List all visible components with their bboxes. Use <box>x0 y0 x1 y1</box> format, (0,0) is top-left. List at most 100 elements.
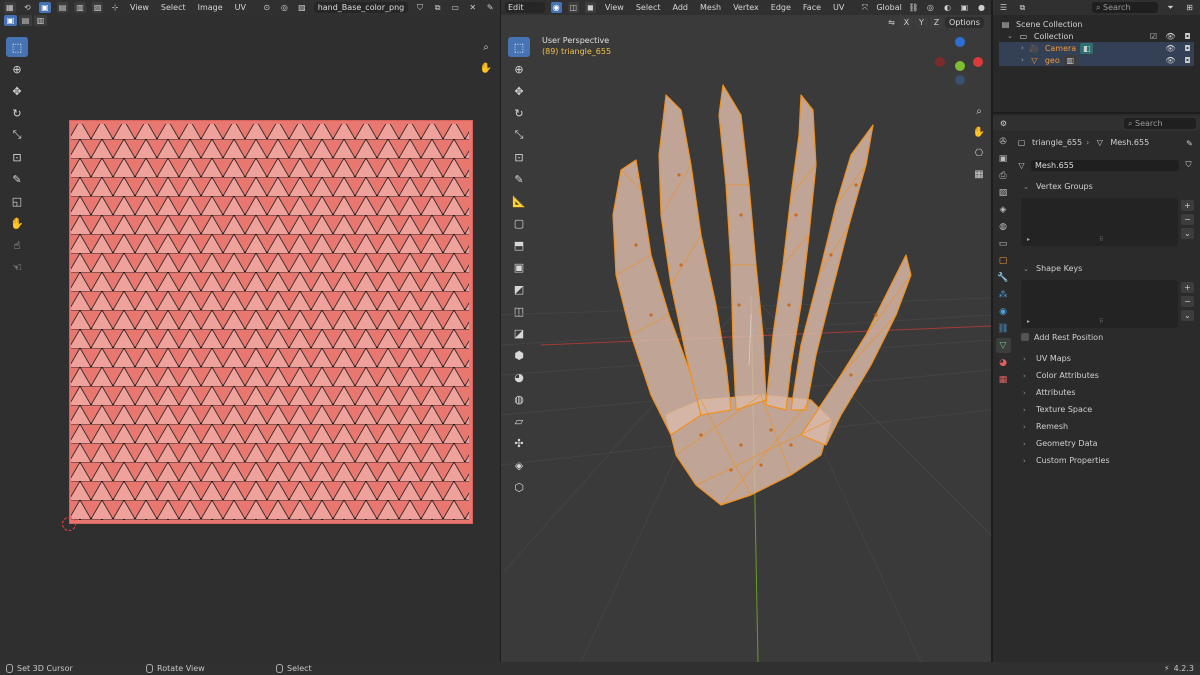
sticky-select-icon[interactable]: ⊹ <box>109 2 121 13</box>
panel-texture-space[interactable]: › Texture Space <box>1015 401 1196 418</box>
vp-zoom-icon[interactable]: ⌕ <box>971 103 987 119</box>
face-select-icon[interactable]: ◼ <box>584 2 596 13</box>
panel-shape-keys[interactable]: ⌄ Shape Keys <box>1015 260 1196 277</box>
shape-keys-list[interactable]: ▸ ⠿ <box>1021 280 1178 328</box>
overlay-icon[interactable]: ◐ <box>942 2 953 13</box>
collection-visibility-icon[interactable]: 👁 <box>1164 31 1177 42</box>
uv-menu-image[interactable]: Image <box>195 3 226 12</box>
uv-move-tool-icon[interactable]: ✥ <box>6 81 28 101</box>
shading-icon[interactable]: ● <box>976 2 987 13</box>
panel-uv-maps[interactable]: › UV Maps <box>1015 350 1196 367</box>
collection-render-icon[interactable]: ◘ <box>1181 31 1194 42</box>
vp-menu-add[interactable]: Add <box>670 3 692 12</box>
gizmo-y-icon[interactable] <box>955 61 965 71</box>
pin-icon[interactable]: ✎ <box>484 2 496 13</box>
new-image-icon[interactable]: ⧉ <box>432 2 444 13</box>
vp-menu-uv[interactable]: UV <box>830 3 847 12</box>
uv-menu-select[interactable]: Select <box>158 3 189 12</box>
open-image-icon[interactable]: ▭ <box>449 2 461 13</box>
properties-editor-icon[interactable]: ⚙ <box>997 118 1010 129</box>
filter-icon[interactable]: ⏷ <box>1164 2 1177 13</box>
uv-menu-uv[interactable]: UV <box>232 3 249 12</box>
vp-menu-select[interactable]: Select <box>633 3 664 12</box>
axis-gizmo[interactable] <box>935 37 983 97</box>
select-mode-edge-icon[interactable]: ▤ <box>56 2 69 13</box>
geo-visibility-icon[interactable]: 👁 <box>1164 55 1177 66</box>
collection-checkbox-icon[interactable]: ☑ <box>1147 31 1160 42</box>
outliner-item-geo[interactable]: › ▽ geo ▥ 👁 ◘ <box>999 54 1194 66</box>
collection-row[interactable]: ⌄ ▭ Collection ☑ 👁 ◘ <box>999 30 1194 42</box>
uv-pan-icon[interactable]: ✋ <box>478 60 494 76</box>
scene-collection-row[interactable]: ▤ Scene Collection <box>999 18 1194 30</box>
fake-user-icon[interactable]: ⛉ <box>414 2 426 13</box>
snap-icon[interactable]: ⟲ <box>22 2 34 13</box>
remove-shape-key-icon[interactable]: − <box>1181 296 1194 307</box>
select-mode-vertex-icon[interactable]: ▣ <box>39 2 51 13</box>
uv-annotate-tool-icon[interactable]: ✎ <box>6 169 28 189</box>
mode-selector[interactable]: Edit Mode <box>505 2 545 23</box>
add-shape-key-icon[interactable]: + <box>1181 282 1194 293</box>
vp-ortho-icon[interactable]: ▦ <box>971 166 987 182</box>
proportional-edit-icon[interactable]: ◎ <box>925 2 936 13</box>
vp-pan-icon[interactable]: ✋ <box>971 124 987 140</box>
pivot-icon[interactable]: ⊙ <box>261 2 273 13</box>
uv-rip-tool-icon[interactable]: ◱ <box>6 191 28 211</box>
gizmo-x-icon[interactable] <box>973 57 983 67</box>
select-mode-face-icon[interactable]: ▥ <box>74 2 86 13</box>
vertex-group-menu-icon[interactable]: ⌄ <box>1181 228 1194 239</box>
vp-menu-view[interactable]: View <box>602 3 627 12</box>
panel-vertex-groups[interactable]: ⌄ Vertex Groups <box>1015 178 1196 195</box>
panel-color-attributes[interactable]: › Color Attributes <box>1015 367 1196 384</box>
remove-vertex-group-icon[interactable]: − <box>1181 214 1194 225</box>
uv-transform-tool-icon[interactable]: ⊡ <box>6 147 28 167</box>
panel-attributes[interactable]: › Attributes <box>1015 384 1196 401</box>
geo-render-icon[interactable]: ◘ <box>1181 55 1194 66</box>
uv-select-extend-icon[interactable]: ▤ <box>19 15 32 26</box>
proportional-icon[interactable]: ◎ <box>279 2 291 13</box>
uv-grab-tool-icon[interactable]: ✋ <box>6 213 28 233</box>
viewport-area[interactable]: ⇋ X Y Z Options User Perspective (89) tr… <box>501 15 991 662</box>
gizmo-z-icon[interactable] <box>955 37 965 47</box>
vp-menu-face[interactable]: Face <box>800 3 824 12</box>
unlink-icon[interactable]: ✕ <box>467 2 479 13</box>
vertex-select-icon[interactable]: ◉ <box>550 2 562 13</box>
panel-remesh[interactable]: › Remesh <box>1015 418 1196 435</box>
vp-menu-mesh[interactable]: Mesh <box>697 3 724 12</box>
tab-render-icon[interactable]: ▣ <box>996 151 1011 166</box>
uv-select-box-icon[interactable]: ▣ <box>4 15 17 26</box>
uv-rotate-tool-icon[interactable]: ↻ <box>6 103 28 123</box>
vp-camera-icon[interactable]: ⎔ <box>971 145 987 161</box>
edge-select-icon[interactable]: ◫ <box>567 2 579 13</box>
camera-visibility-icon[interactable]: 👁 <box>1164 43 1177 54</box>
display-mode-icon[interactable]: ⧉ <box>1016 2 1029 13</box>
vp-menu-edge[interactable]: Edge <box>768 3 794 12</box>
image-browse-icon[interactable]: ▨ <box>296 2 308 13</box>
xray-icon[interactable]: ▣ <box>959 2 970 13</box>
uv-select-subtract-icon[interactable]: ▥ <box>34 15 47 26</box>
orientation-icon[interactable]: ⤧ <box>859 2 870 13</box>
uv-relax-tool-icon[interactable]: ☝ <box>6 235 28 255</box>
image-name-field[interactable]: hand_Base_color_png <box>313 2 409 13</box>
outliner-search[interactable]: ⌕ Search <box>1092 2 1158 13</box>
gizmo-neg-x-icon[interactable] <box>935 57 945 67</box>
pin-properties-icon[interactable]: ✎ <box>1183 138 1196 149</box>
add-rest-position-checkbox[interactable] <box>1021 333 1029 341</box>
outliner-item-camera[interactable]: › 🎥 Camera ◧ 👁 ◘ <box>999 42 1194 54</box>
vertex-groups-list[interactable]: ▸ ⠿ <box>1021 198 1178 246</box>
uv-pinch-tool-icon[interactable]: ☜ <box>6 257 28 277</box>
outliner-editor-icon[interactable]: ☰ <box>997 2 1010 13</box>
uv-scale-tool-icon[interactable]: ⤡ <box>6 125 28 145</box>
camera-data-icon[interactable]: ◧ <box>1080 42 1094 54</box>
uv-texture-canvas[interactable] <box>69 120 473 524</box>
geo-data-icon[interactable]: ▥ <box>1063 54 1077 66</box>
new-collection-icon[interactable]: ⊞ <box>1183 2 1196 13</box>
panel-custom-properties[interactable]: › Custom Properties <box>1015 452 1196 469</box>
mesh-datablock-field[interactable]: Mesh.655 <box>1031 159 1179 171</box>
transform-orientation[interactable]: Global <box>876 3 902 12</box>
editor-type-icon[interactable]: ▦ <box>4 2 16 13</box>
add-vertex-group-icon[interactable]: + <box>1181 200 1194 211</box>
add-rest-position-row[interactable]: Add Rest Position <box>993 330 1200 344</box>
panel-geometry-data[interactable]: › Geometry Data <box>1015 435 1196 452</box>
gizmo-neg-z-icon[interactable] <box>955 75 965 85</box>
datablock-browse-icon[interactable]: ▽ <box>1015 160 1028 171</box>
